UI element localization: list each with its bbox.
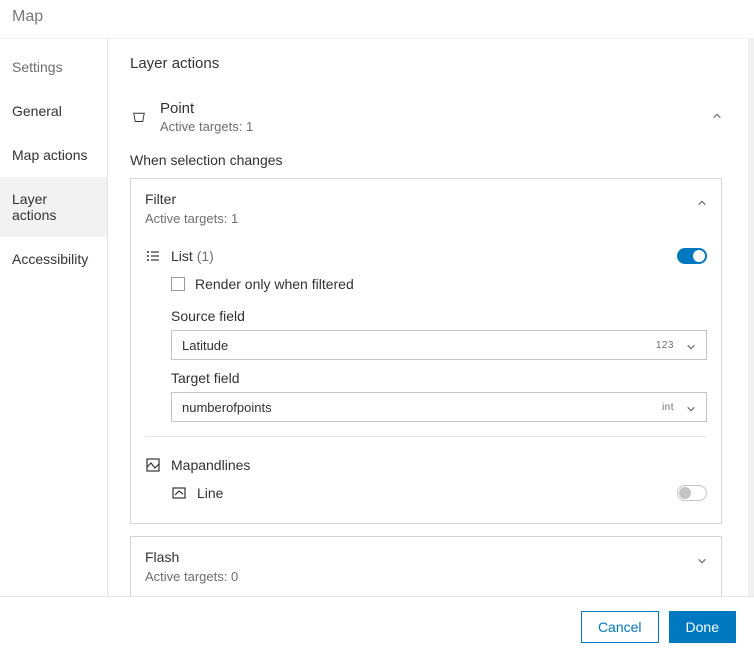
flash-subtitle: Active targets: 0 bbox=[145, 569, 707, 584]
layer-header[interactable]: Point Active targets: 1 bbox=[130, 100, 722, 134]
sidebar-label-settings: Settings bbox=[0, 45, 107, 89]
filter-title: Filter bbox=[145, 191, 707, 207]
sidebar-item-map-actions[interactable]: Map actions bbox=[0, 133, 107, 177]
target-field-type: int bbox=[662, 402, 674, 413]
polygon-icon bbox=[130, 108, 148, 126]
list-icon bbox=[145, 248, 161, 264]
target-field-label: Target field bbox=[171, 370, 707, 386]
target-field-select[interactable]: numberofpoints int bbox=[171, 392, 707, 422]
flash-title: Flash bbox=[145, 549, 707, 565]
divider bbox=[145, 436, 707, 437]
line-target-row: Line bbox=[171, 479, 707, 507]
chevron-up-icon bbox=[697, 195, 707, 205]
filter-card: Filter Active targets: 1 List (1) bbox=[130, 178, 722, 524]
chevron-down-icon bbox=[697, 553, 707, 563]
chevron-down-icon bbox=[686, 402, 696, 412]
render-only-row: Render only when filtered bbox=[171, 270, 707, 298]
map-icon bbox=[145, 457, 161, 473]
line-layer-icon bbox=[171, 485, 187, 501]
layer-title: Point bbox=[160, 100, 253, 117]
chevron-up-icon bbox=[712, 108, 722, 118]
sidebar-item-general[interactable]: General bbox=[0, 89, 107, 133]
filter-subtitle: Active targets: 1 bbox=[145, 211, 707, 226]
render-only-checkbox[interactable] bbox=[171, 277, 185, 291]
line-label: Line bbox=[197, 485, 223, 501]
source-field-value: Latitude bbox=[182, 338, 228, 353]
section-label: When selection changes bbox=[130, 152, 722, 168]
line-toggle[interactable] bbox=[677, 485, 707, 501]
flash-card: Flash Active targets: 0 bbox=[130, 536, 722, 597]
page-header: Map bbox=[0, 0, 754, 39]
chevron-down-icon bbox=[686, 340, 696, 350]
source-field-label: Source field bbox=[171, 308, 707, 324]
render-only-label: Render only when filtered bbox=[195, 276, 354, 292]
target-field-value: numberofpoints bbox=[182, 400, 272, 415]
main-title: Layer actions bbox=[130, 55, 722, 72]
footer: Cancel Done bbox=[0, 596, 754, 657]
sidebar: Settings General Map actions Layer actio… bbox=[0, 39, 108, 599]
list-target-row: List (1) bbox=[145, 242, 707, 270]
flash-card-header[interactable]: Flash Active targets: 0 bbox=[131, 537, 721, 596]
mapandlines-label: Mapandlines bbox=[171, 457, 250, 473]
filter-card-header[interactable]: Filter Active targets: 1 bbox=[131, 179, 721, 238]
cancel-button[interactable]: Cancel bbox=[581, 611, 659, 643]
page-title: Map bbox=[12, 8, 43, 25]
source-field-select[interactable]: Latitude 123 bbox=[171, 330, 707, 360]
sidebar-item-accessibility[interactable]: Accessibility bbox=[0, 237, 107, 281]
mapandlines-row: Mapandlines bbox=[145, 451, 707, 479]
done-button[interactable]: Done bbox=[669, 611, 736, 643]
layer-subtitle: Active targets: 1 bbox=[160, 119, 253, 134]
source-field-type: 123 bbox=[656, 340, 674, 351]
sidebar-item-layer-actions[interactable]: Layer actions bbox=[0, 177, 107, 237]
list-toggle[interactable] bbox=[677, 248, 707, 264]
main-panel: Layer actions Point Active targets: 1 Wh… bbox=[108, 39, 754, 599]
list-label: List (1) bbox=[171, 248, 214, 264]
